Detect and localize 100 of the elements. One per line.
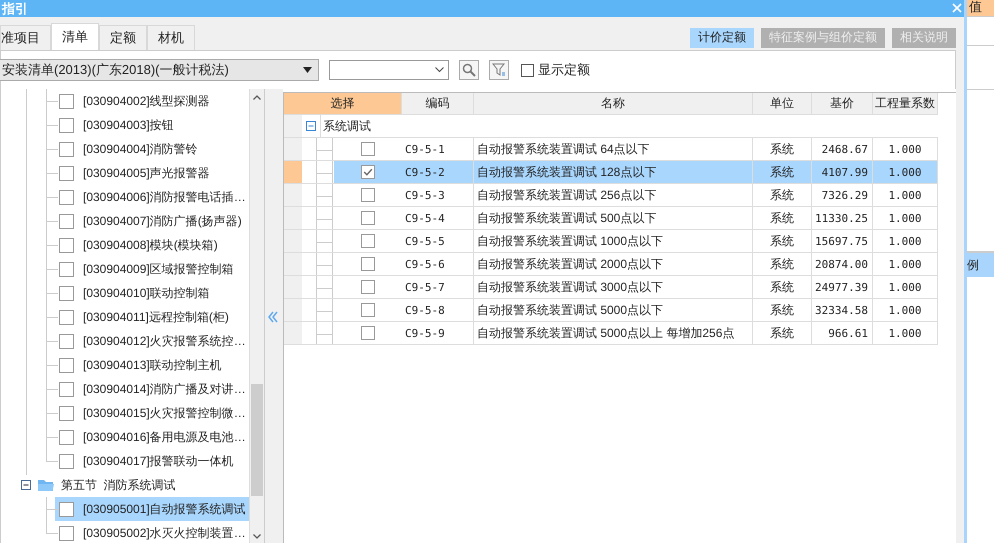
tab[interactable]: 准项目: [0, 25, 51, 50]
factor-cell: 1.000: [873, 253, 938, 276]
tree-item[interactable]: [030904012]火灾报警系统控…: [77, 330, 249, 352]
code-cell: C9-5-5: [402, 230, 474, 253]
price-cell: 32334.58: [812, 299, 873, 322]
checkbox[interactable]: [361, 142, 375, 156]
checkbox[interactable]: [361, 326, 375, 340]
tree-item[interactable]: [030904009]区域报警控制箱: [77, 258, 238, 280]
name-cell: 自动报警系统装置调试 2000点以下: [474, 253, 753, 276]
tree-item[interactable]: [030904007]消防广播(扬声器): [77, 210, 246, 232]
tree-item[interactable]: [030904016]备用电源及电池…: [77, 426, 249, 448]
checkbox[interactable]: [59, 526, 74, 540]
tree-item[interactable]: [030904010]联动控制箱: [77, 282, 214, 304]
factor-cell: 1.000: [873, 276, 938, 299]
tree-item[interactable]: [030905002]水灭火控制装置…: [77, 522, 249, 543]
dropdown-arrow-icon: [303, 67, 312, 73]
tree-item[interactable]: [030904017]报警联动一体机: [77, 450, 238, 472]
tree-node[interactable]: 第五节 消防系统调试: [61, 476, 176, 494]
factor-cell: 1.000: [873, 184, 938, 207]
checkbox[interactable]: [59, 286, 74, 300]
checkbox[interactable]: [361, 188, 375, 202]
view-button[interactable]: 计价定额: [690, 28, 754, 48]
header-cell: 值: [967, 0, 994, 17]
code-cell: C9-5-9: [402, 322, 474, 345]
code-cell: C9-5-3: [402, 184, 474, 207]
checkbox[interactable]: [59, 166, 74, 180]
checkbox[interactable]: [59, 214, 74, 228]
name-cell: 自动报警系统装置调试 1000点以下: [474, 230, 753, 253]
search-button[interactable]: [459, 60, 479, 80]
tree-item[interactable]: [030904014]消防广播及对讲…: [77, 378, 249, 400]
checkbox[interactable]: [59, 118, 74, 132]
tree-item[interactable]: [030904013]联动控制主机: [77, 354, 226, 376]
unit-cell: 系统: [753, 253, 812, 276]
tree-item[interactable]: [030904003]按钮: [77, 114, 178, 136]
checkbox[interactable]: [361, 303, 375, 317]
checkbox[interactable]: [59, 406, 74, 420]
factor-cell: 1.000: [873, 161, 938, 184]
checkbox[interactable]: [361, 257, 375, 271]
checkbox[interactable]: [59, 94, 74, 108]
name-cell: 自动报警系统装置调试 3000点以下: [474, 276, 753, 299]
scroll-down-icon[interactable]: [253, 534, 261, 539]
checkbox[interactable]: [361, 211, 375, 225]
unit-cell: 系统: [753, 230, 812, 253]
checkbox[interactable]: [361, 165, 375, 179]
column-header[interactable]: 基价: [812, 93, 873, 115]
code-cell: C9-5-2: [402, 161, 474, 184]
tree-item[interactable]: [030904002]线型探测器: [77, 90, 214, 112]
column-header[interactable]: 编码: [402, 93, 474, 115]
column-header[interactable]: 工程量系数: [873, 93, 938, 115]
search-combo[interactable]: [329, 60, 449, 80]
tree-item[interactable]: [030904005]声光报警器: [77, 162, 214, 184]
unit-cell: 系统: [753, 184, 812, 207]
factor-cell: 1.000: [873, 207, 938, 230]
tree-item[interactable]: [030904015]火灾报警控制微…: [77, 402, 249, 424]
checkbox[interactable]: [361, 280, 375, 294]
tab[interactable]: 清单: [51, 23, 99, 50]
column-header[interactable]: 名称: [474, 93, 753, 115]
checkbox[interactable]: [521, 64, 534, 76]
library-dropdown[interactable]: 安装清单(2013)(广东2018)(一般计税法): [0, 59, 319, 81]
scroll-up-icon[interactable]: [253, 95, 261, 100]
tab[interactable]: 材机: [147, 25, 195, 50]
checkbox[interactable]: [59, 262, 74, 276]
collapse-icon[interactable]: [21, 480, 31, 490]
collapse-panel-icon[interactable]: [268, 311, 278, 323]
unit-cell: 系统: [753, 161, 812, 184]
factor-cell: 1.000: [873, 299, 938, 322]
checkbox[interactable]: [59, 358, 74, 372]
tab[interactable]: 定额: [99, 25, 147, 50]
checkbox[interactable]: [59, 190, 74, 204]
filter-button[interactable]: [489, 60, 509, 80]
checkbox[interactable]: [59, 382, 74, 396]
column-header[interactable]: 选择: [284, 93, 402, 115]
checkbox[interactable]: [59, 334, 74, 348]
column-header[interactable]: 单位: [753, 93, 812, 115]
name-cell: 自动报警系统装置调试 128点以下: [474, 161, 753, 184]
tree-item[interactable]: [030904004]消防警铃: [77, 138, 202, 160]
checkbox[interactable]: [59, 430, 74, 444]
unit-cell: 系统: [753, 207, 812, 230]
code-cell: C9-5-6: [402, 253, 474, 276]
price-cell: 4107.99: [812, 161, 873, 184]
checkbox-label: 显示定额: [538, 61, 590, 79]
checkbox[interactable]: [59, 238, 74, 252]
checkbox[interactable]: [59, 310, 74, 324]
code-cell: C9-5-7: [402, 276, 474, 299]
checkbox[interactable]: [59, 502, 74, 516]
code-cell: C9-5-8: [402, 299, 474, 322]
tree-item[interactable]: [030904006]消防报警电话插…: [77, 186, 249, 208]
tree-item[interactable]: [030904011]远程控制箱(柜): [77, 306, 233, 328]
unit-cell: 系统: [753, 299, 812, 322]
chevron-icon: [435, 67, 444, 73]
scroll-thumb[interactable]: [251, 384, 263, 496]
checkbox[interactable]: [59, 454, 74, 468]
tab[interactable]: 例: [967, 251, 994, 277]
checkbox[interactable]: [361, 234, 375, 248]
tree-item[interactable]: [030904008]模块(模块箱): [77, 234, 222, 256]
window-title: 指引: [0, 1, 28, 17]
price-cell: 20874.00: [812, 253, 873, 276]
checkbox[interactable]: [59, 142, 74, 156]
close-icon[interactable]: [952, 3, 962, 13]
scrollbar[interactable]: [250, 89, 264, 543]
